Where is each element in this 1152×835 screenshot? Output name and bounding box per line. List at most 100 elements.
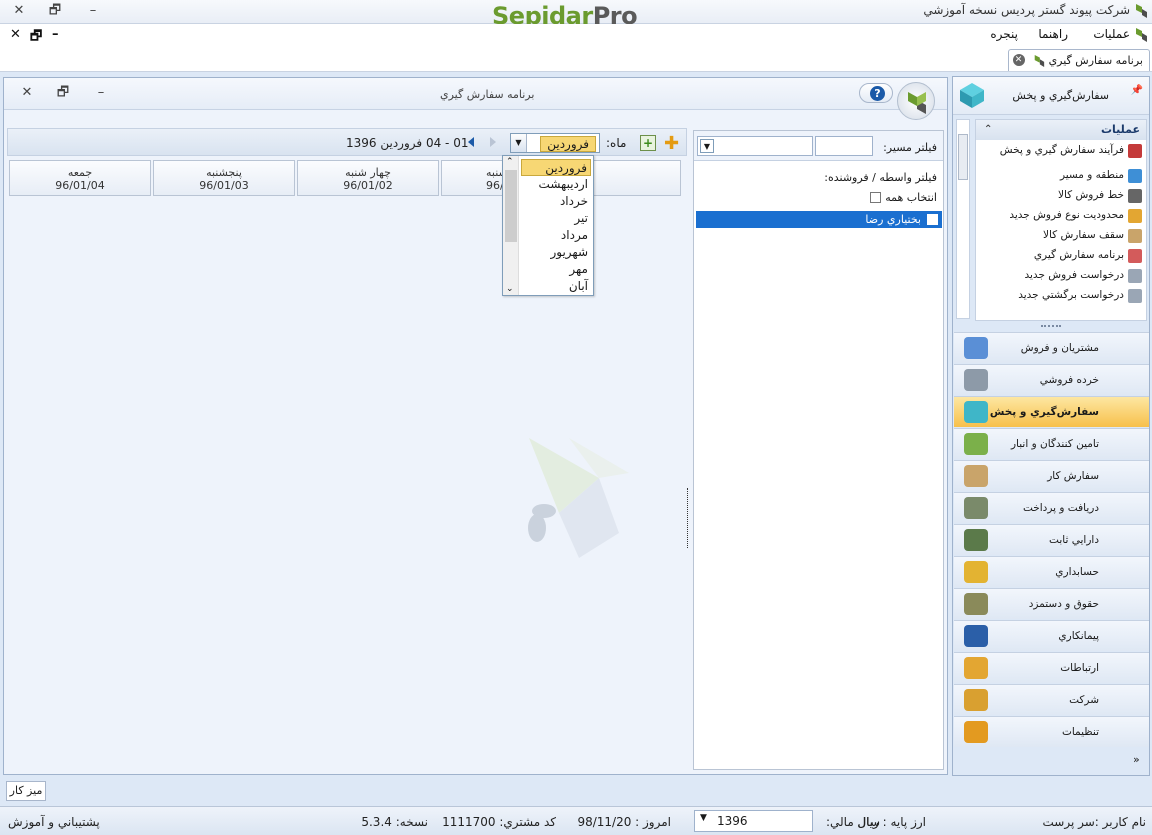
sidebar-nav-button[interactable]: سفارش کار — [954, 460, 1149, 491]
sidebar-scrollbar[interactable] — [956, 119, 970, 319]
status-customer-code: کد مشتري: 1111700 — [442, 815, 556, 829]
nav-label: سفارش‌گيري و پخش — [989, 406, 1099, 418]
scroll-thumb[interactable] — [958, 134, 968, 180]
help-icon: ? — [870, 86, 885, 101]
document-tab-strip: برنامه سفارش گيري ✕ — [0, 46, 1152, 72]
sidebar-nav-button[interactable]: حقوق و دستمزد — [954, 588, 1149, 619]
operation-icon — [1128, 229, 1142, 243]
nav-label: حسابداري — [1055, 566, 1099, 578]
menu-logo-icon — [1134, 27, 1148, 46]
sidebar-title: سفارش‌گيري و پخش — [1012, 89, 1109, 102]
route-combobox[interactable]: ▼ — [697, 136, 813, 156]
month-dropdown-list[interactable]: ⌃ ⌄ فروردين ارديبهشت خرداد تير مرداد شهر… — [502, 155, 594, 296]
operation-label: فرآيند سفارش گيري و پخش — [999, 144, 1124, 156]
month-option[interactable]: خرداد — [521, 193, 591, 210]
month-combobox[interactable]: ▼ فروردين — [510, 133, 600, 153]
sidebar-nav-button[interactable]: دارايي ثابت — [954, 524, 1149, 555]
agent-list-item[interactable]: بختياري رضا — [696, 211, 942, 228]
help-button[interactable]: ? — [859, 83, 893, 103]
navigation-sidebar: 📌 سفارش‌گيري و پخش عمليات ⌃ فرآيند سفارش… — [952, 76, 1150, 776]
select-all-checkbox[interactable]: انتخاب همه — [870, 191, 937, 204]
sidebar-nav-button[interactable]: شرکت — [954, 684, 1149, 715]
chevron-down-icon[interactable]: ▼ — [511, 134, 527, 152]
next-period-icon[interactable] — [490, 137, 496, 147]
sidebar-nav-button[interactable]: پيمانکاري — [954, 620, 1149, 651]
sidebar-resize-grip[interactable] — [1041, 325, 1061, 328]
restore-icon[interactable]: 🗗 — [44, 2, 66, 20]
checkbox-icon[interactable] — [870, 192, 882, 203]
sidebar-nav-button[interactable]: ارتباطات — [954, 652, 1149, 683]
operation-icon — [1128, 189, 1142, 203]
nav-label: دريافت و پرداخت — [1022, 502, 1099, 514]
minimize-icon[interactable]: – — [82, 2, 104, 20]
operation-item[interactable]: خط فروش کالا — [980, 189, 1142, 203]
sidebar-nav-button[interactable]: تنظيمات — [954, 716, 1149, 747]
module-icon — [964, 433, 988, 455]
sidebar-nav-button[interactable]: خرده فروشي — [954, 364, 1149, 395]
operation-item[interactable]: درخواست برگشتي جديد — [980, 289, 1142, 303]
day-date: 96/01/04 — [55, 179, 105, 192]
child-restore-icon[interactable]: 🗗 — [52, 84, 74, 102]
operation-label: درخواست برگشتي جديد — [1018, 289, 1124, 301]
route-code-input[interactable] — [815, 136, 873, 156]
desktop-tab[interactable]: ميز کار — [6, 781, 46, 801]
menu-window[interactable]: پنجره — [990, 27, 1018, 41]
operations-header[interactable]: عمليات ⌃ — [976, 120, 1146, 140]
month-option[interactable]: تير — [521, 210, 591, 227]
child-close-icon[interactable]: ✕ — [16, 84, 38, 102]
sidebar-nav-button[interactable]: مشتريان و فروش — [954, 332, 1149, 363]
close-icon[interactable]: ✕ — [8, 2, 30, 20]
month-option[interactable]: آبان — [521, 278, 591, 295]
dropdown-scrollbar[interactable]: ⌃ ⌄ — [503, 156, 519, 295]
calendar-toolbar: 01 - 04 فروردين 1396 ▼ فروردين ماه: + ✚ — [7, 128, 687, 156]
support-link[interactable]: پشتيباني و آموزش — [8, 815, 100, 829]
operations-panel: عمليات ⌃ فرآيند سفارش گيري و پخش منطقه و … — [975, 119, 1147, 321]
panel-splitter[interactable] — [687, 488, 690, 548]
tab-label: برنامه سفارش گيري — [1048, 53, 1143, 67]
operation-item[interactable]: درخواست فروش جديد — [980, 269, 1142, 283]
pin-icon[interactable]: 📌 — [1131, 85, 1143, 96]
chevron-down-icon[interactable]: ▼ — [700, 139, 714, 153]
operation-icon — [1128, 144, 1142, 158]
operation-item[interactable]: برنامه سفارش گيري — [980, 249, 1142, 263]
scroll-up-icon[interactable]: ⌃ — [506, 157, 514, 167]
prev-period-icon[interactable] — [468, 137, 474, 147]
module-icon — [964, 593, 988, 615]
more-buttons-icon[interactable]: » — [1133, 753, 1140, 766]
month-option[interactable]: مرداد — [521, 227, 591, 244]
month-option[interactable]: ارديبهشت — [521, 176, 591, 193]
module-icon — [964, 465, 988, 487]
tab-close-icon[interactable]: ✕ — [1012, 54, 1025, 66]
month-option[interactable]: شهريور — [521, 244, 591, 261]
collapse-chevron-icon[interactable]: ⌃ — [984, 120, 992, 140]
sidebar-nav-button[interactable]: تامين کنندگان و انبار — [954, 428, 1149, 459]
app-logo-icon — [1134, 3, 1148, 19]
checkbox-icon[interactable] — [927, 214, 938, 225]
fiscal-year-combobox[interactable]: ▼ 1396 — [694, 810, 813, 832]
sidebar-nav-button[interactable]: دريافت و پرداخت — [954, 492, 1149, 523]
sidebar-nav-button[interactable]: حسابداري — [954, 556, 1149, 587]
operation-item[interactable]: محدوديت نوع فروش جديد — [980, 209, 1142, 223]
add-icon[interactable]: ✚ — [664, 133, 679, 154]
tab-order-program[interactable]: برنامه سفارش گيري ✕ — [1007, 49, 1150, 71]
sidebar-nav-button[interactable]: سفارش‌گيري و پخش — [954, 396, 1149, 427]
nav-label: سفارش کار — [1047, 470, 1099, 482]
module-icon — [964, 337, 988, 359]
select-all-label: انتخاب همه — [885, 191, 937, 204]
mdi-minimize-icon[interactable]: – — [52, 27, 59, 42]
month-option[interactable]: فروردين — [521, 159, 591, 176]
module-icon — [964, 369, 988, 391]
scroll-down-icon[interactable]: ⌄ — [506, 284, 514, 294]
operation-item[interactable]: منطقه و مسير — [980, 169, 1142, 183]
child-minimize-icon[interactable]: – — [90, 84, 112, 102]
operation-item[interactable]: سقف سفارش کالا — [980, 229, 1142, 243]
month-option[interactable]: مهر — [521, 261, 591, 278]
chevron-down-icon[interactable]: ▼ — [700, 813, 707, 823]
menu-help[interactable]: راهنما — [1038, 27, 1068, 41]
add-schedule-icon[interactable]: + — [640, 135, 656, 151]
menu-operations[interactable]: عملیات — [1093, 27, 1130, 41]
period-label: 01 - 04 فروردين 1396 — [346, 136, 469, 150]
mdi-close-icon[interactable]: ✕ — [10, 27, 21, 42]
scroll-thumb[interactable] — [505, 170, 517, 242]
operation-item[interactable]: فرآيند سفارش گيري و پخش — [980, 144, 1142, 158]
